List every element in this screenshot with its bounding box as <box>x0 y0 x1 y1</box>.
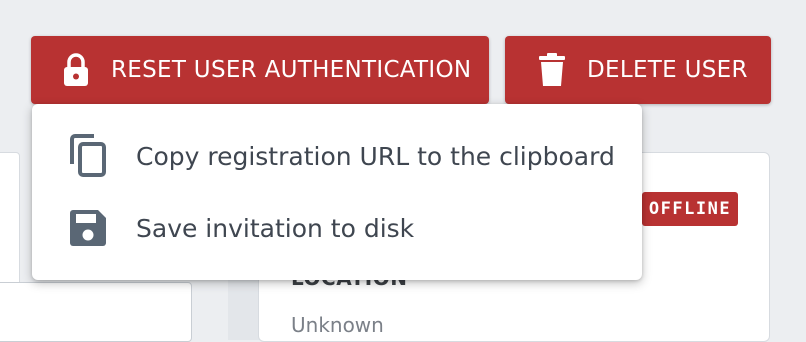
menu-item-label: Save invitation to disk <box>136 213 415 243</box>
status-badge: OFFLINE <box>642 192 738 226</box>
trash-icon <box>537 52 567 88</box>
reset-user-authentication-button[interactable]: RESET USER AUTHENTICATION <box>31 36 489 104</box>
reset-options-menu: Copy registration URL to the clipboard S… <box>32 104 642 280</box>
menu-item-save-invitation[interactable]: Save invitation to disk <box>32 200 642 256</box>
lock-icon <box>61 52 91 88</box>
copy-icon <box>66 134 110 178</box>
left-inner-card <box>0 282 192 342</box>
location-value: Unknown <box>291 313 384 337</box>
delete-button-label: DELETE USER <box>587 57 748 83</box>
menu-item-label: Copy registration URL to the clipboard <box>136 141 615 171</box>
delete-user-button[interactable]: DELETE USER <box>505 36 771 104</box>
menu-item-copy-registration-url[interactable]: Copy registration URL to the clipboard <box>32 128 642 184</box>
reset-button-label: RESET USER AUTHENTICATION <box>111 57 472 83</box>
floppy-disk-icon <box>66 206 110 250</box>
